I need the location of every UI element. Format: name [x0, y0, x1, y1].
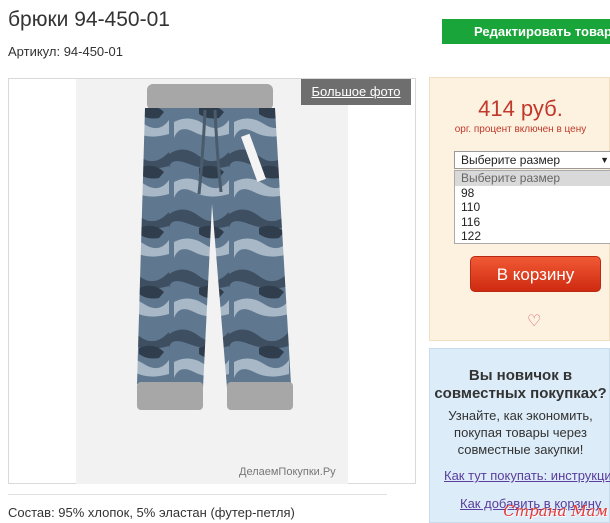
newbie-text: Узнайте, как экономить, покупая товары ч…	[448, 408, 593, 457]
page-title: брюки 94-450-01	[8, 8, 170, 31]
size-option[interactable]: 110	[455, 200, 610, 215]
size-option[interactable]: 122	[455, 229, 610, 244]
size-option[interactable]: Выберите размер	[455, 171, 610, 186]
big-photo-link[interactable]: Большое фото	[301, 79, 411, 105]
size-option[interactable]: 116	[455, 215, 610, 230]
photo-watermark: ДелаемПокупки.Ру	[239, 466, 336, 478]
size-select-value: Выберите размер	[461, 153, 561, 167]
price-panel: 414 руб. орг. процент включен в цену Выб…	[429, 77, 610, 341]
edit-product-button[interactable]: Редактировать товар	[442, 19, 610, 44]
divider	[8, 494, 387, 495]
site-watermark: Страна Мам	[503, 502, 608, 520]
how-to-buy-link[interactable]: Как тут покупать: инструкция	[444, 468, 610, 483]
product-photo[interactable]: ДелаемПокупки.Ру	[76, 79, 348, 484]
chevron-down-icon: ▼	[600, 155, 609, 165]
add-to-cart-button[interactable]: В корзину	[470, 256, 601, 292]
composition-text: Состав: 95% хлопок, 5% эластан (футер-пе…	[8, 505, 295, 520]
price-note: орг. процент включен в цену	[454, 124, 587, 135]
size-dropdown-list: Выберите размер 98 110 116 122	[454, 170, 610, 244]
product-photo-frame: ДелаемПокупки.Ру Большое фото	[8, 78, 416, 484]
size-option[interactable]: 98	[455, 186, 610, 201]
price-value: 414 руб.	[478, 96, 563, 121]
newbie-title: Вы новичок в совместных покупках?	[434, 367, 607, 402]
newbie-info-panel: Вы новичок в совместных покупках? Узнайт…	[429, 348, 610, 523]
article-number: Артикул: 94-450-01	[8, 44, 123, 59]
size-select[interactable]: Выберите размер ▼	[454, 151, 610, 169]
pants-image	[137, 84, 293, 410]
heart-icon[interactable]: ♡	[527, 311, 541, 331]
